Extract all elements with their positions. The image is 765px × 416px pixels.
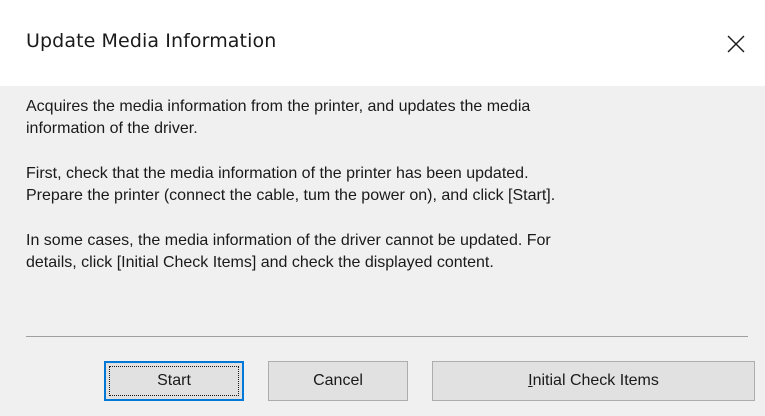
start-button[interactable]: Start — [104, 361, 244, 401]
message-paragraph-acquire: Acquires the media information from the … — [26, 98, 531, 137]
close-button[interactable] — [707, 22, 765, 66]
window-title: Update Media Information — [26, 30, 277, 52]
separator-line — [26, 336, 748, 337]
initial-check-items-label: Initial Check Items — [528, 372, 659, 390]
message-paragraph-check: First, check that the media information … — [26, 165, 556, 204]
title-bar[interactable]: Update Media Information — [0, 0, 765, 86]
start-button-label: Start — [157, 372, 191, 389]
initial-check-items-button[interactable]: Initial Check Items — [432, 361, 755, 401]
dialog-message: Acquires the media information from the … — [26, 96, 746, 297]
initial-check-items-label-rest: nitial Check Items — [532, 372, 659, 389]
close-icon — [727, 35, 745, 53]
cancel-button[interactable]: Cancel — [268, 361, 408, 401]
update-media-information-dialog: Update Media Information Acquires the me… — [0, 0, 765, 416]
message-paragraph-cases: In some cases, the media information of … — [26, 232, 551, 271]
cancel-button-label: Cancel — [313, 372, 363, 389]
